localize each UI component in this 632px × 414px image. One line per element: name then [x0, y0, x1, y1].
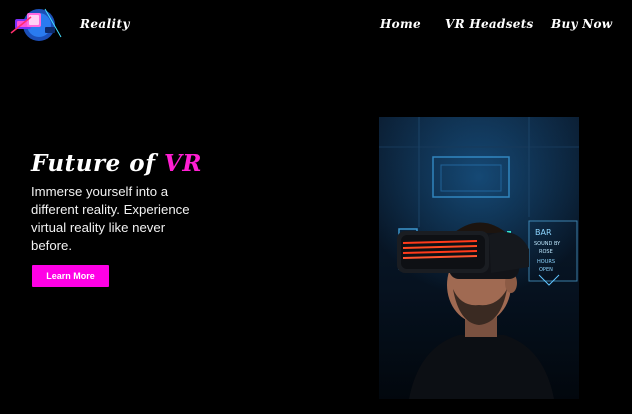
nav-link-buy-now[interactable]: Buy Now — [551, 17, 612, 31]
neon-sign-line: HOURS — [537, 259, 555, 265]
neon-sign-line: SOUND BY — [534, 241, 561, 247]
top-nav: Reality Home VR Headsets Buy Now — [0, 0, 632, 50]
neon-sign-line: ROSE — [539, 249, 553, 255]
hero-description: Immerse yourself into a different realit… — [31, 184, 190, 253]
learn-more-button[interactable]: Learn More — [32, 265, 109, 287]
hero-title-main: Future of — [31, 150, 156, 177]
nav-link-vr-headsets[interactable]: VR Headsets — [445, 17, 534, 31]
neon-sign-line: OPEN — [539, 267, 553, 273]
hero-title-accent: VR — [164, 150, 202, 177]
main-nav: Home VR Headsets Buy Now — [0, 17, 632, 33]
nav-link-home[interactable]: Home — [380, 17, 421, 31]
vr-headset — [397, 231, 529, 279]
neon-sign-line: BAR — [535, 228, 552, 237]
hero-title: Future of VR — [31, 150, 202, 177]
hero-photo-vr-user: BAR SOUND BY ROSE HOURS OPEN — [379, 117, 579, 399]
